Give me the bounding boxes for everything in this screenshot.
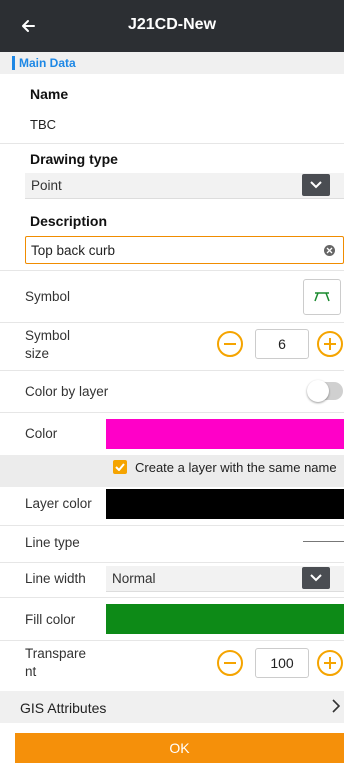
gis-attributes-label: GIS Attributes	[20, 700, 107, 716]
toggle-knob	[307, 380, 329, 402]
drawing-type-value: Point	[31, 178, 62, 193]
chevron-down-icon	[310, 574, 322, 582]
symbol-size-value[interactable]: 6	[255, 329, 309, 359]
drawing-type-dropdown-button[interactable]	[302, 174, 330, 196]
transparency-label-line1: Transpare	[25, 646, 87, 661]
layer-color-label: Layer color	[25, 496, 92, 511]
section-title: Main Data	[19, 56, 76, 70]
layer-color-swatch[interactable]	[106, 489, 344, 519]
name-label: Name	[30, 86, 69, 102]
transparency-increment-button[interactable]	[317, 650, 343, 676]
drawing-type-select[interactable]: Point	[25, 173, 344, 199]
line-width-label: Line width	[25, 571, 86, 586]
color-label: Color	[25, 426, 58, 441]
divider	[0, 525, 344, 526]
section-accent-bar	[12, 56, 15, 70]
ok-button[interactable]: OK	[15, 733, 344, 763]
divider	[0, 597, 344, 598]
symbol-size-label-line2: size	[25, 346, 50, 361]
page-title: J21CD-New	[127, 16, 217, 33]
curb-symbol-icon	[314, 292, 330, 302]
transparency-decrement-button[interactable]	[217, 650, 243, 676]
symbol-size-decrement-button[interactable]	[217, 331, 243, 357]
plus-icon	[324, 657, 336, 669]
transparency-label-line2: nt	[25, 664, 37, 679]
symbol-label: Symbol	[25, 289, 71, 304]
symbol-size-label-line1: Symbol	[25, 328, 71, 343]
minus-icon	[224, 662, 236, 664]
create-layer-checkbox[interactable]	[113, 460, 127, 474]
divider	[0, 322, 344, 323]
color-swatch[interactable]	[106, 419, 344, 449]
checkmark-icon	[115, 463, 125, 471]
plus-icon	[324, 338, 336, 350]
divider	[0, 370, 344, 371]
description-input[interactable]	[26, 237, 316, 263]
chevron-down-icon	[310, 181, 322, 189]
color-by-layer-label: Color by layer	[25, 384, 109, 399]
line-width-value: Normal	[112, 571, 156, 586]
line-width-dropdown-button[interactable]	[302, 567, 330, 589]
divider	[0, 562, 344, 563]
color-by-layer-toggle[interactable]	[307, 380, 343, 402]
divider	[0, 640, 344, 641]
divider	[0, 143, 344, 144]
name-field[interactable]: TBC	[30, 117, 56, 132]
line-width-select[interactable]: Normal	[106, 566, 344, 592]
fill-color-swatch[interactable]	[106, 604, 344, 634]
divider	[0, 412, 344, 413]
symbol-picker-button[interactable]	[303, 279, 341, 315]
gis-attributes-row[interactable]: GIS Attributes	[0, 691, 344, 723]
clear-icon[interactable]	[324, 245, 335, 256]
divider	[0, 270, 344, 271]
drawing-type-label: Drawing type	[30, 151, 118, 167]
line-type-label: Line type	[25, 535, 80, 550]
description-label: Description	[30, 213, 108, 229]
minus-icon	[224, 343, 236, 345]
fill-color-label: Fill color	[25, 612, 76, 627]
transparency-value[interactable]: 100	[255, 648, 309, 678]
app-bar: J21CD-New	[0, 0, 344, 52]
create-layer-label: Create a layer with the same name	[135, 460, 337, 475]
symbol-size-increment-button[interactable]	[317, 331, 343, 357]
chevron-right-icon	[332, 699, 341, 716]
description-field[interactable]	[25, 236, 344, 264]
section-header: Main Data	[0, 52, 344, 74]
line-type-preview[interactable]	[303, 541, 344, 542]
